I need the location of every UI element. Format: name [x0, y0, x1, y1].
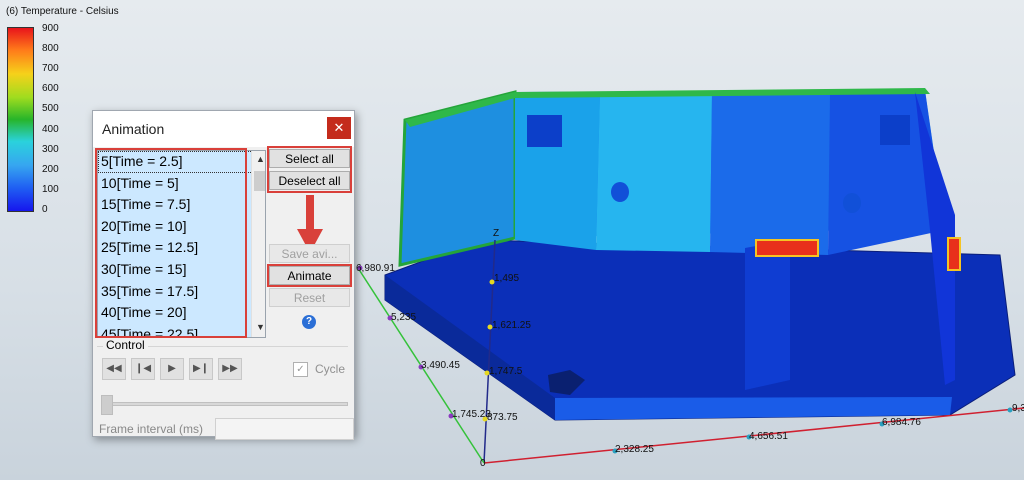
- origin-label: 0: [480, 458, 486, 469]
- save-avi-button[interactable]: Save avi...: [269, 244, 350, 263]
- cylinder-2: [843, 193, 861, 213]
- dialog-titlebar[interactable]: Animation ✕: [93, 111, 354, 147]
- legend-label: 900: [42, 23, 59, 34]
- legend-label: 100: [42, 184, 59, 195]
- partition: [745, 240, 790, 390]
- x-tick-label: 6,984.76: [882, 417, 921, 428]
- z-tick-label: 873.75: [487, 412, 518, 423]
- list-scrollbar[interactable]: ▲ ▼: [251, 151, 265, 337]
- hot-spot: [755, 239, 819, 257]
- list-item[interactable]: 25[Time = 12.5]: [98, 237, 265, 259]
- step-back-button[interactable]: ❙◀: [131, 358, 155, 380]
- legend-label: 0: [42, 204, 48, 215]
- fast-forward-button[interactable]: ▶▶: [218, 358, 242, 380]
- legend-title: (6) Temperature - Celsius: [6, 6, 119, 17]
- frame-interval-label: Frame interval (ms): [99, 422, 204, 436]
- component-block-1: [527, 115, 562, 147]
- scroll-down-icon[interactable]: ▼: [252, 319, 265, 336]
- back-wall-panel-2: [596, 92, 712, 252]
- legend-color-bar: [7, 27, 34, 212]
- y-tick-label: 5,235: [391, 312, 417, 323]
- close-icon: ✕: [333, 120, 345, 135]
- play-button[interactable]: ▶: [160, 358, 184, 380]
- z-tick-label: 1,747.5: [489, 366, 523, 377]
- fast-forward-icon: ▶▶: [222, 363, 238, 374]
- step-forward-icon: ▶❙: [192, 363, 210, 374]
- base-plate: [384, 239, 1016, 421]
- step-back-icon: ❙◀: [134, 363, 152, 374]
- list-item[interactable]: 40[Time = 20]: [98, 302, 265, 324]
- animate-button[interactable]: Animate: [269, 266, 350, 285]
- control-label: Control: [103, 338, 148, 352]
- step-forward-button[interactable]: ▶❙: [189, 358, 213, 380]
- hot-spot-right: [947, 237, 961, 271]
- component-block-2: [880, 115, 910, 145]
- z-tick-label: 1,495: [494, 273, 520, 284]
- list-item[interactable]: 45[Time = 22.5]: [98, 323, 265, 337]
- scroll-thumb[interactable]: [254, 171, 265, 191]
- help-icon[interactable]: ?: [302, 315, 316, 329]
- select-all-button[interactable]: Select all: [269, 149, 350, 168]
- list-item[interactable]: 5[Time = 2.5]: [98, 151, 265, 173]
- cycle-checkbox[interactable]: ✓: [293, 362, 308, 377]
- legend-label: 300: [42, 144, 59, 155]
- list-item[interactable]: 30[Time = 15]: [98, 258, 265, 281]
- legend-label: 700: [42, 63, 59, 74]
- back-wall-panel-3: [710, 92, 830, 255]
- x-tick-label: 2,328.25: [615, 444, 654, 455]
- z-axis-label: Z: [493, 228, 500, 239]
- y-tick-label: 3,490.45: [421, 360, 460, 371]
- reset-button[interactable]: Reset: [269, 288, 350, 307]
- list-item[interactable]: 35[Time = 17.5]: [98, 280, 265, 303]
- control-group: Control ◀◀ ❙◀ ▶ ▶❙ ▶▶ ✓ Cycle Frame inte…: [97, 338, 354, 440]
- list-item[interactable]: 20[Time = 10]: [98, 215, 265, 238]
- rewind-button[interactable]: ◀◀: [102, 358, 126, 380]
- frame-slider[interactable]: [101, 402, 348, 406]
- legend-label: 800: [42, 43, 59, 54]
- legend-label: 400: [42, 124, 59, 135]
- animation-dialog: Animation ✕ 5[Time = 2.5] 10[Time = 5] 1…: [92, 110, 355, 440]
- legend-label: 500: [42, 103, 59, 114]
- deselect-all-button[interactable]: Deselect all: [269, 171, 350, 190]
- x-tick-label: 4,656.51: [749, 431, 788, 442]
- list-item[interactable]: 10[Time = 5]: [98, 172, 265, 195]
- cylinder-1: [611, 182, 629, 202]
- play-icon: ▶: [168, 363, 176, 374]
- z-tick-label: 1,621.25: [492, 320, 531, 331]
- legend-label: 600: [42, 83, 59, 94]
- list-item[interactable]: 15[Time = 7.5]: [98, 194, 265, 216]
- frame-list[interactable]: 5[Time = 2.5] 10[Time = 5] 15[Time = 7.5…: [97, 150, 266, 338]
- scroll-up-icon[interactable]: ▲: [252, 151, 265, 168]
- y-tick-label: 1,745.23: [452, 409, 491, 420]
- frame-slider-thumb[interactable]: [101, 395, 113, 415]
- cycle-label: Cycle: [315, 362, 346, 376]
- x-tick-label: 9,3: [1012, 403, 1024, 414]
- close-button[interactable]: ✕: [327, 117, 351, 139]
- rewind-icon: ◀◀: [106, 363, 122, 374]
- dialog-title: Animation: [102, 121, 165, 137]
- frame-interval-input[interactable]: [215, 418, 354, 440]
- y-tick-label: 6,980.91: [356, 263, 395, 274]
- legend-label: 200: [42, 164, 59, 175]
